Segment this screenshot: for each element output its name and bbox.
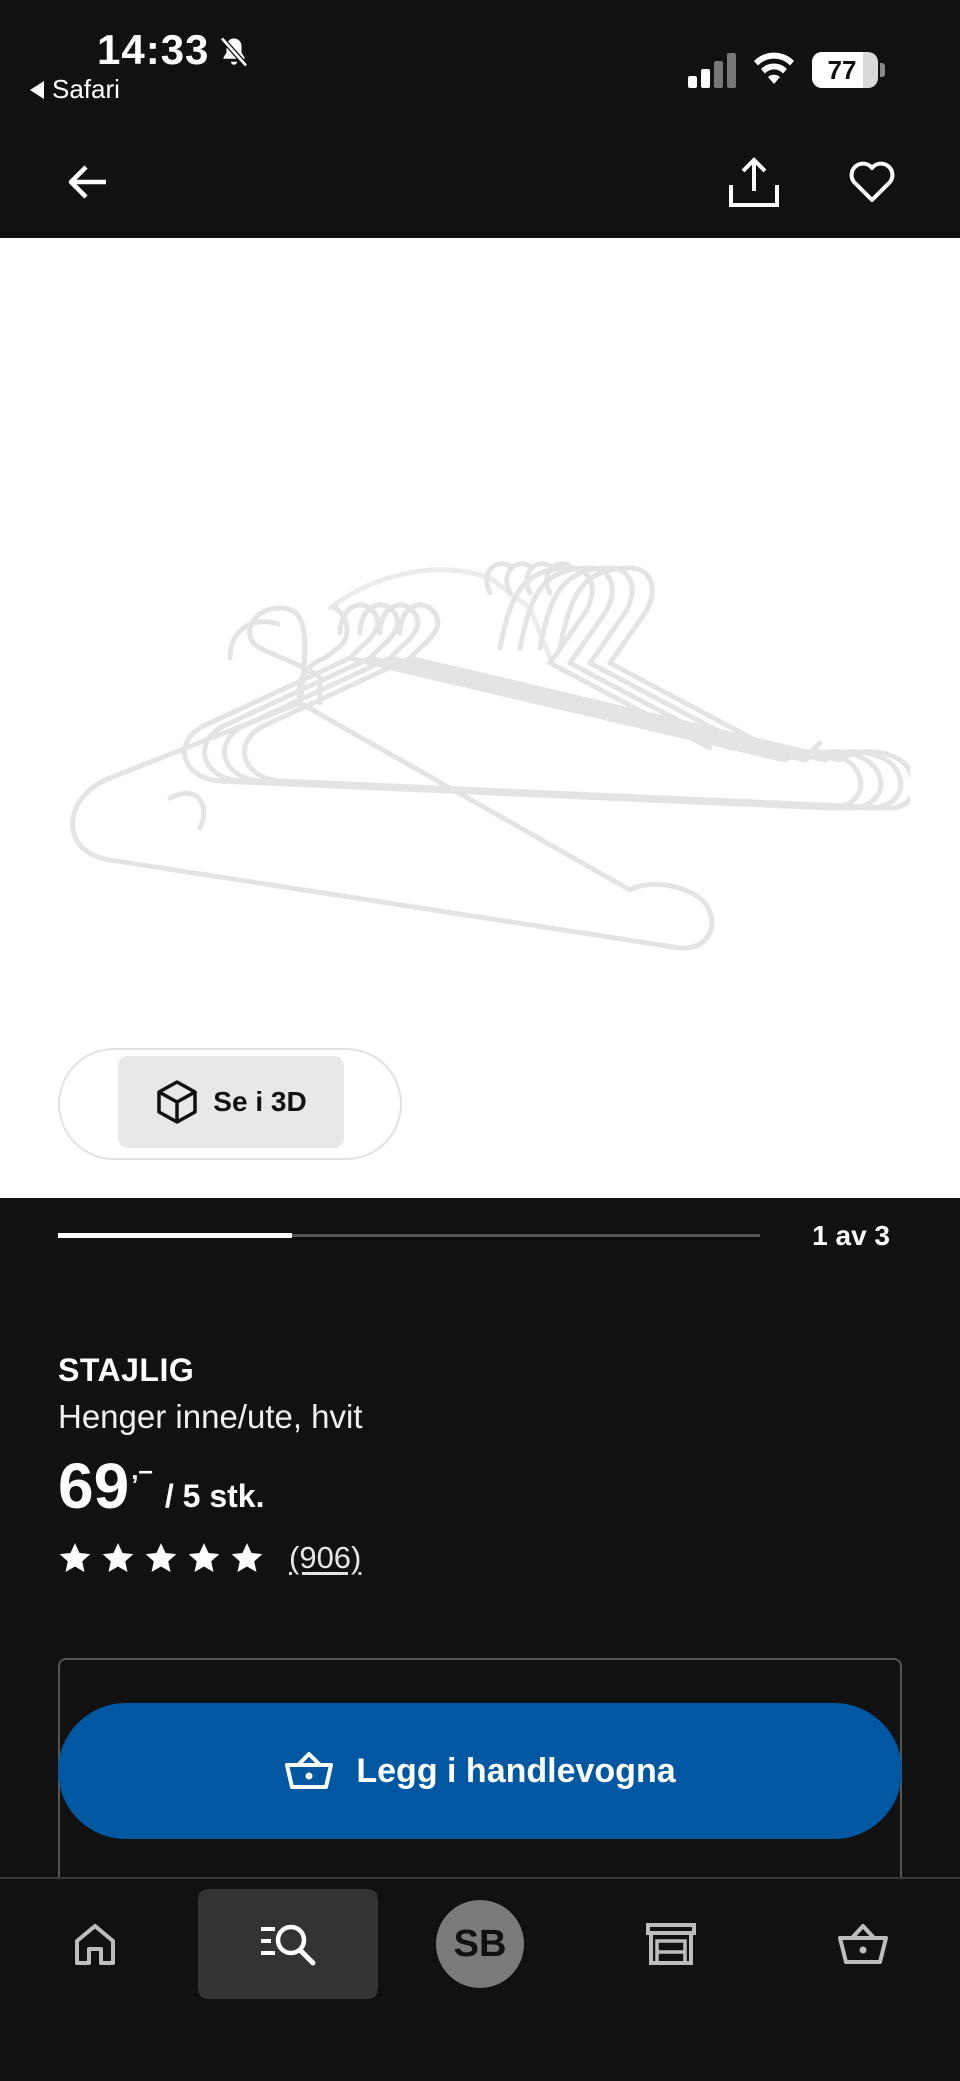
back-to-safari[interactable]: Safari (30, 74, 120, 105)
add-to-cart-label: Legg i handlevogna (356, 1751, 676, 1790)
add-to-cart-button[interactable]: Legg i handlevogna (58, 1703, 902, 1839)
product-price: 69 ,– / 5 stk. (58, 1450, 264, 1522)
view-3d-pill[interactable]: Se i 3D (58, 1048, 402, 1160)
store-icon (646, 1923, 696, 1965)
nav-basket[interactable] (818, 1889, 908, 1999)
back-button[interactable] (56, 150, 120, 214)
profile-avatar: SB (436, 1900, 524, 1988)
star-icon (231, 1543, 263, 1573)
price-integer: 69 (58, 1450, 130, 1522)
gallery-progress-track (58, 1233, 760, 1238)
search-icon (261, 1924, 316, 1966)
nav-search[interactable] (198, 1889, 378, 1999)
price-decimal: ,– (131, 1455, 153, 1485)
star-icon (188, 1543, 220, 1573)
gallery-progress-fill (58, 1233, 292, 1238)
product-rating[interactable]: (906) (58, 1540, 361, 1576)
nav-home[interactable] (50, 1889, 140, 1999)
home-icon (75, 1924, 115, 1965)
status-bar: 14:33 Safari 77 (0, 0, 960, 120)
basket-icon (838, 1924, 888, 1964)
product-image-gallery[interactable]: Se i 3D (0, 238, 960, 1198)
bottom-navigation: SB (0, 1877, 960, 2081)
star-icon (145, 1543, 177, 1573)
cellular-signal-icon (688, 53, 736, 88)
price-unit: / 5 stk. (164, 1478, 265, 1514)
status-time: 14:33 (97, 26, 210, 73)
nav-stores[interactable] (626, 1889, 716, 1999)
battery-cap (880, 63, 885, 77)
back-app-label: Safari (52, 74, 120, 104)
favorite-button[interactable] (840, 150, 904, 214)
product-image (70, 561, 910, 951)
heart-icon (849, 161, 895, 202)
wifi-icon (754, 52, 794, 84)
product-name: STAJLIG (58, 1352, 195, 1388)
battery-percent: 77 (827, 55, 857, 85)
view-3d-button[interactable]: Se i 3D (118, 1056, 344, 1148)
product-description: Henger inne/ute, hvit (58, 1398, 363, 1435)
review-count-link[interactable]: (906) (289, 1540, 361, 1576)
cube-icon (157, 1080, 198, 1124)
battery-indicator: 77 (812, 52, 878, 88)
back-triangle-icon (30, 80, 44, 99)
share-button[interactable] (722, 150, 786, 214)
basket-icon (285, 1752, 334, 1789)
nav-profile[interactable]: SB (434, 1889, 526, 1999)
arrow-left-icon (68, 165, 106, 199)
bell-muted-icon (220, 36, 248, 68)
view-3d-label: Se i 3D (213, 1086, 307, 1117)
share-icon (729, 157, 779, 207)
gallery-page-indicator: 1 av 3 (812, 1220, 890, 1251)
app-header (0, 120, 960, 238)
star-icon (102, 1543, 134, 1573)
star-icon (59, 1543, 91, 1573)
